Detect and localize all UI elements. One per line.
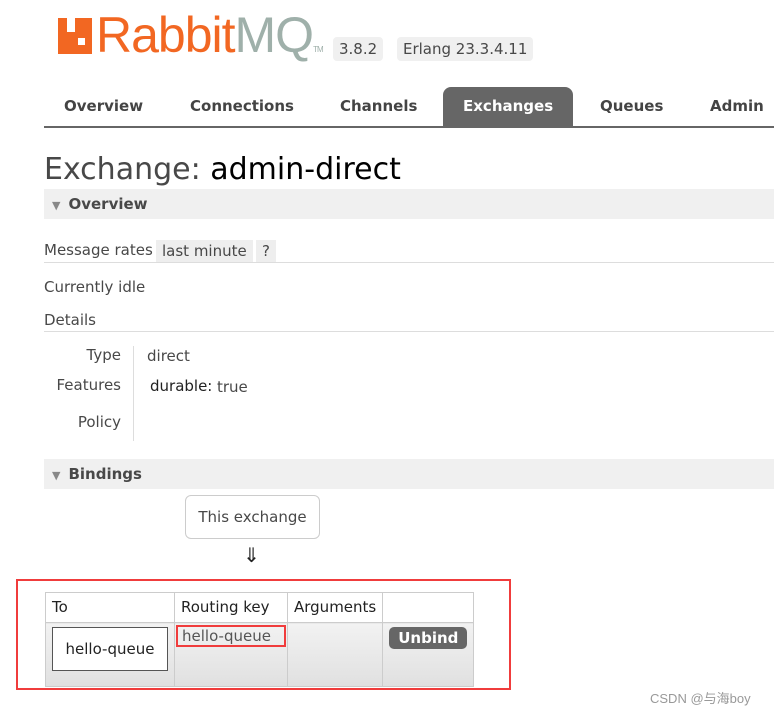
type-label: Type bbox=[86, 346, 121, 364]
column-header-to: To bbox=[45, 592, 175, 623]
overview-section-header[interactable]: ▼ Overview bbox=[44, 189, 774, 219]
erlang-badge: Erlang 23.3.4.11 bbox=[397, 37, 534, 61]
tab-queues[interactable]: Queues bbox=[580, 87, 683, 126]
watermark: CSDN @与海boy bbox=[650, 691, 751, 706]
this-exchange-box: This exchange bbox=[185, 495, 320, 539]
policy-label: Policy bbox=[77, 413, 121, 431]
triangle-down-icon: ▼ bbox=[52, 469, 61, 482]
column-header-arguments: Arguments bbox=[286, 592, 384, 623]
column-header-actions bbox=[382, 592, 475, 623]
tab-overview[interactable]: Overview bbox=[44, 87, 163, 126]
feature-key: durable: bbox=[150, 377, 213, 395]
idle-status: Currently idle bbox=[44, 278, 146, 296]
features-label: Features bbox=[56, 376, 122, 394]
table-row: hello-queue hello-queue Unbind bbox=[45, 622, 475, 687]
rabbitmq-logo-icon bbox=[58, 18, 92, 54]
triangle-down-icon: ▼ bbox=[52, 199, 61, 212]
divider bbox=[133, 346, 134, 441]
rate-period-selector[interactable]: last minute bbox=[156, 240, 253, 262]
column-header-routing-key: Routing key bbox=[174, 592, 288, 623]
rabbitmq-logo: RabbitMQTM bbox=[58, 10, 324, 75]
page-title: Exchange: admin-direct bbox=[44, 152, 401, 187]
queue-link[interactable]: hello-queue bbox=[52, 627, 168, 671]
details-label: Details bbox=[44, 311, 97, 329]
arguments-value bbox=[286, 622, 384, 687]
tab-channels[interactable]: Channels bbox=[320, 87, 437, 126]
type-value: direct bbox=[147, 347, 190, 365]
bindings-section-header[interactable]: ▼ Bindings bbox=[44, 459, 774, 489]
divider bbox=[44, 262, 774, 263]
help-button[interactable]: ? bbox=[256, 240, 276, 262]
tab-exchanges[interactable]: Exchanges bbox=[443, 87, 574, 126]
divider bbox=[44, 331, 774, 332]
unbind-button[interactable]: Unbind bbox=[389, 627, 468, 649]
tab-connections[interactable]: Connections bbox=[170, 87, 314, 126]
bindings-table: To Routing key Arguments hello-queue hel… bbox=[45, 592, 475, 687]
arrow-down-icon: ⇓ bbox=[243, 543, 260, 567]
routing-key-value: hello-queue bbox=[176, 625, 286, 647]
feature-value: true bbox=[217, 378, 248, 396]
message-rates-label: Message rates bbox=[44, 241, 153, 259]
tab-admin[interactable]: Admin bbox=[690, 87, 774, 126]
version-badge: 3.8.2 bbox=[333, 37, 384, 61]
main-nav: Overview Connections Channels Exchanges … bbox=[44, 87, 774, 128]
